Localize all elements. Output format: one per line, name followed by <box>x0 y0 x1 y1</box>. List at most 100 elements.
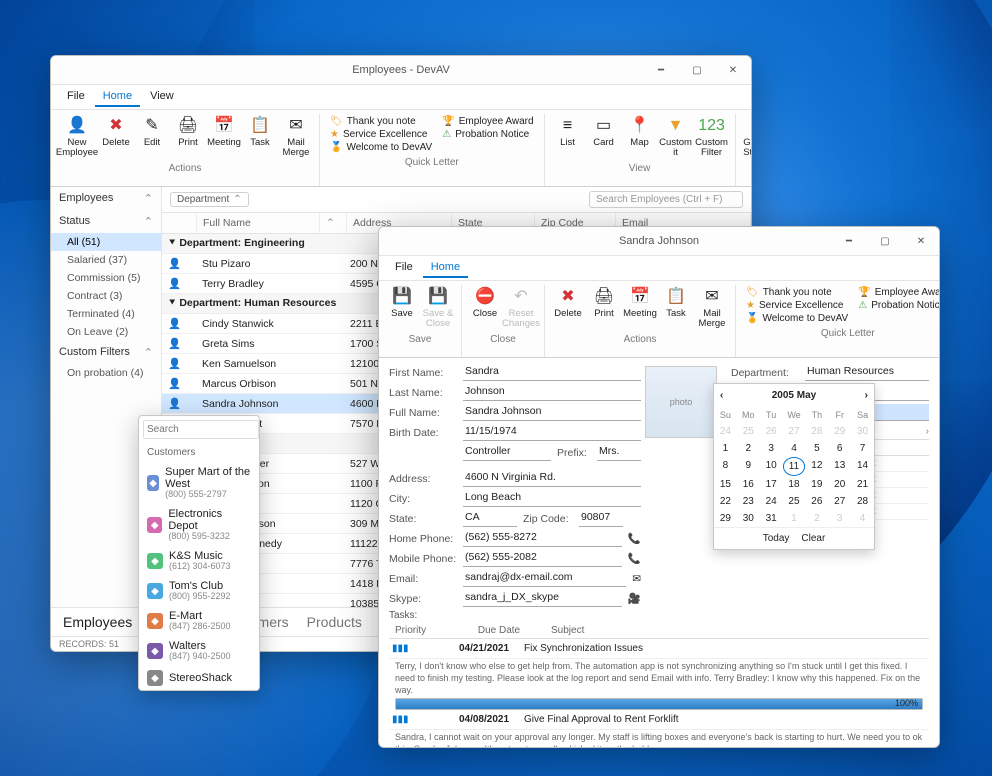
birth-date-field[interactable]: 11/15/1974 <box>463 424 641 441</box>
calendar-day[interactable]: 8 <box>714 457 737 476</box>
ql-welcome[interactable]: 🏅Welcome to DevAV <box>330 142 432 153</box>
customer-item[interactable]: ◆Super Mart of the West(800) 555-2797 <box>139 462 259 504</box>
mail-merge-button[interactable]: ✉Mail Merge <box>695 285 729 332</box>
minimize-button[interactable]: ━ <box>831 227 867 255</box>
home-phone-field[interactable]: (562) 555-8272 <box>463 530 622 547</box>
calendar-day[interactable]: 28 <box>851 493 874 510</box>
calendar-title[interactable]: 2005 May <box>772 390 816 401</box>
calendar-day[interactable]: 12 <box>805 457 828 476</box>
calendar-day[interactable]: 24 <box>760 493 783 510</box>
sidebar-item[interactable]: All (51) <box>51 233 161 251</box>
ql-thank-you[interactable]: 🏷Thank you note <box>746 287 848 298</box>
task-button[interactable]: 📋Task <box>659 285 693 321</box>
customer-search-input[interactable] <box>143 420 259 439</box>
task-button[interactable]: 📋Task <box>243 114 277 150</box>
calendar-day[interactable]: 14 <box>851 457 874 476</box>
sidebar-item[interactable]: Terminated (4) <box>51 305 161 323</box>
address-field[interactable]: 4600 N Virginia Rd. <box>463 470 641 487</box>
task-group[interactable]: ▮▮▮04/08/2021Give Final Approval to Rent… <box>389 710 929 730</box>
customer-item[interactable]: ◆K&S Music(612) 304-6073 <box>139 546 259 576</box>
calendar-day[interactable]: 26 <box>760 423 783 440</box>
calendar-day[interactable]: 29 <box>828 423 851 440</box>
calendar-day[interactable]: 16 <box>737 476 760 493</box>
zip-field[interactable]: 90807 <box>579 510 623 527</box>
date-picker[interactable]: ‹ 2005 May › SuMoTuWeThFrSa 242526272829… <box>713 383 875 550</box>
sidebar-item[interactable]: Salaried (37) <box>51 251 161 269</box>
sidebar-item[interactable]: Contract (3) <box>51 287 161 305</box>
customer-item[interactable]: ◆Tom's Club(800) 955-2292 <box>139 576 259 606</box>
calendar-day[interactable]: 3 <box>760 440 783 457</box>
calendar-day[interactable]: 10 <box>760 457 783 476</box>
clear-button[interactable]: Clear <box>801 533 825 544</box>
group-by-pill[interactable]: Department⌃ <box>170 192 249 207</box>
calendar-day[interactable]: 18 <box>783 476 806 493</box>
full-name-field[interactable]: Sandra Johnson <box>463 404 641 421</box>
list-view-button[interactable]: ≡List <box>551 114 585 150</box>
minimize-button[interactable]: ━ <box>643 56 679 84</box>
calendar-day[interactable]: 17 <box>760 476 783 493</box>
calendar-day[interactable]: 6 <box>828 440 851 457</box>
calendar-day[interactable]: 27 <box>783 423 806 440</box>
print-button[interactable]: 🖨Print <box>587 285 621 321</box>
calendar-day[interactable]: 27 <box>828 493 851 510</box>
edit-button[interactable]: ✎Edit <box>135 114 169 150</box>
delete-button[interactable]: ✖Delete <box>99 114 133 150</box>
map-view-button[interactable]: 📍Map <box>623 114 657 150</box>
print-button[interactable]: 🖨Print <box>171 114 205 150</box>
customer-item[interactable]: ◆Electronics Depot(800) 595-3232 <box>139 504 259 546</box>
task-group[interactable]: ▮▮▮04/21/2021Fix Synchronization Issues <box>389 639 929 659</box>
calendar-day[interactable]: 1 <box>714 440 737 457</box>
new-employee-button[interactable]: 👤New Employee <box>57 114 97 161</box>
calendar-day[interactable]: 1 <box>783 510 806 527</box>
calendar-day[interactable]: 21 <box>851 476 874 493</box>
calendar-day[interactable]: 25 <box>783 493 806 510</box>
menu-file[interactable]: File <box>387 258 421 278</box>
menu-file[interactable]: File <box>59 87 93 107</box>
calendar-day[interactable]: 2 <box>805 510 828 527</box>
calendar-day[interactable]: 4 <box>851 510 874 527</box>
state-field[interactable]: CA <box>463 510 517 527</box>
calendar-day[interactable]: 23 <box>737 493 760 510</box>
city-field[interactable]: Long Beach <box>463 490 641 507</box>
calendar-day[interactable]: 25 <box>737 423 760 440</box>
sidebar-header-employees[interactable]: Employees⌃ <box>51 187 161 210</box>
meeting-button[interactable]: 📅Meeting <box>623 285 657 321</box>
calendar-day[interactable]: 24 <box>714 423 737 440</box>
calendar-day[interactable]: 30 <box>851 423 874 440</box>
sidebar-item[interactable]: On Leave (2) <box>51 323 161 341</box>
customer-item[interactable]: ◆StereoShack <box>139 666 259 690</box>
department-field[interactable]: Human Resources <box>805 364 929 381</box>
calendar-day[interactable]: 11 <box>783 457 806 476</box>
calendar-day[interactable]: 15 <box>714 476 737 493</box>
calendar-day[interactable]: 5 <box>805 440 828 457</box>
tab-products[interactable]: Products <box>307 614 362 630</box>
close-button-ribbon[interactable]: ⛔Close <box>468 285 502 321</box>
sidebar-header-status[interactable]: Status⌃ <box>51 210 161 233</box>
calendar-day[interactable]: 31 <box>760 510 783 527</box>
ql-service[interactable]: ★Service Excellence <box>330 129 432 140</box>
search-input[interactable]: Search Employees (Ctrl + F) <box>589 191 743 208</box>
ql-probation[interactable]: ⚠Probation Notice <box>858 300 940 311</box>
card-view-button[interactable]: ▭Card <box>587 114 621 150</box>
calendar-day[interactable]: 30 <box>737 510 760 527</box>
calendar-day[interactable]: 13 <box>828 457 851 476</box>
calendar-day[interactable]: 4 <box>783 440 806 457</box>
mail-merge-button[interactable]: ✉Mail Merge <box>279 114 313 161</box>
calendar-day[interactable]: 7 <box>851 440 874 457</box>
calendar-day[interactable]: 22 <box>714 493 737 510</box>
custom-view-button[interactable]: ▼Custom it <box>659 114 693 161</box>
titlebar[interactable]: Employees - DevAV ━ ▢ ✕ <box>51 56 751 85</box>
today-button[interactable]: Today <box>763 533 790 544</box>
maximize-button[interactable]: ▢ <box>867 227 903 255</box>
calendar-day[interactable]: 19 <box>805 476 828 493</box>
prev-month-button[interactable]: ‹ <box>720 390 723 401</box>
maximize-button[interactable]: ▢ <box>679 56 715 84</box>
close-button[interactable]: ✕ <box>715 56 751 84</box>
calendar-day[interactable]: 2 <box>737 440 760 457</box>
sidebar-item[interactable]: Commission (5) <box>51 269 161 287</box>
customer-item[interactable]: ◆E-Mart(847) 286-2500 <box>139 606 259 636</box>
ql-service[interactable]: ★Service Excellence <box>746 300 848 311</box>
menu-home[interactable]: Home <box>95 87 140 107</box>
getting-started-button[interactable]: ▶Getting Started <box>742 114 752 161</box>
title-field[interactable]: Controller <box>463 444 551 461</box>
